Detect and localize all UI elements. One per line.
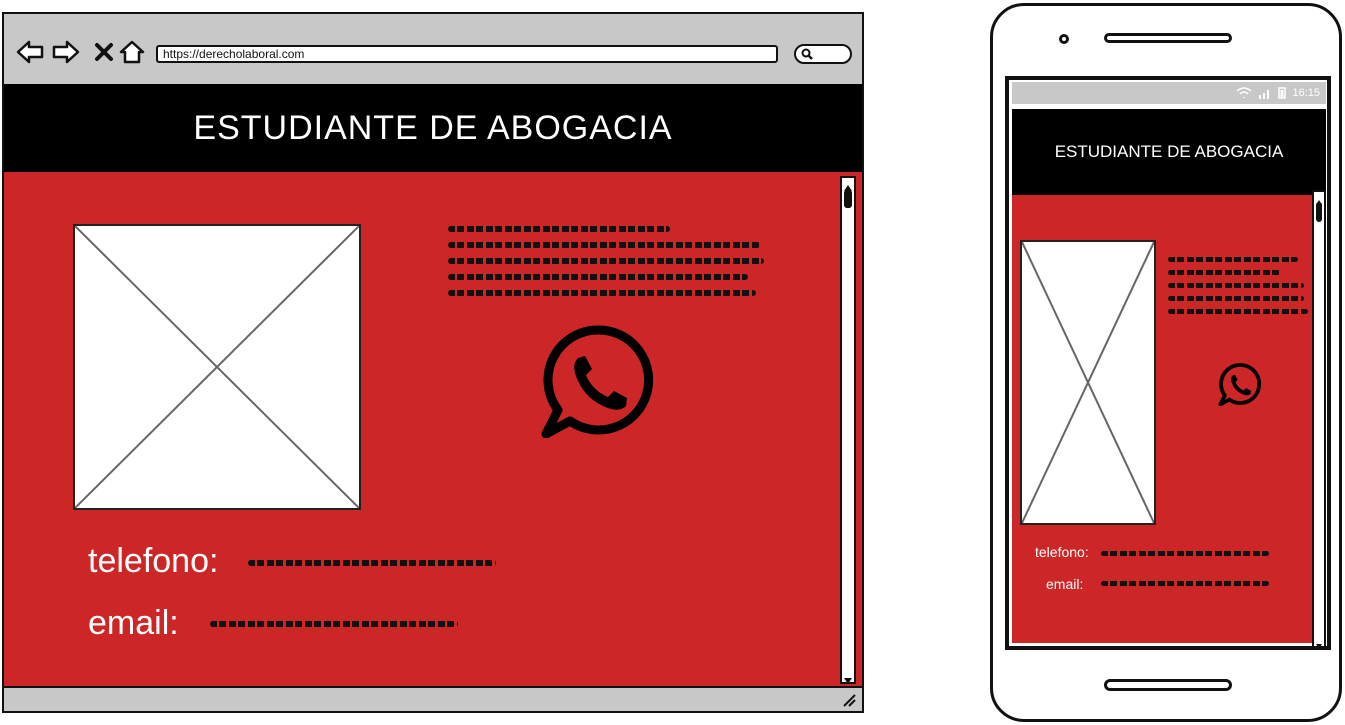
scroll-up-icon[interactable] xyxy=(843,179,853,191)
home-bar[interactable] xyxy=(1104,679,1232,691)
forward-arrow-icon[interactable] xyxy=(52,38,80,66)
image-placeholder-cross-icon xyxy=(75,226,359,508)
mobile-vertical-scrollbar[interactable] xyxy=(1312,190,1326,649)
email-value xyxy=(210,621,458,627)
profile-image-placeholder xyxy=(73,224,361,510)
signal-icon xyxy=(1259,90,1270,99)
address-bar[interactable]: https://derecholaboral.com xyxy=(156,45,778,63)
earpiece-speaker xyxy=(1104,33,1232,43)
search-icon xyxy=(801,48,813,60)
mobile-phone-value xyxy=(1101,551,1269,556)
mobile-email-value xyxy=(1101,581,1269,586)
home-icon[interactable] xyxy=(118,38,146,66)
resize-grip-icon[interactable] xyxy=(842,693,856,707)
phone-status-bar: 16:15 xyxy=(1012,82,1326,104)
mobile-page-title: ESTUDIANTE DE ABOGACIA xyxy=(1054,142,1284,161)
wifi-icon xyxy=(1236,87,1252,98)
browser-toolbar: https://derecholaboral.com xyxy=(4,14,862,84)
front-camera-icon xyxy=(1059,34,1069,44)
email-label: email: xyxy=(88,604,179,642)
status-time: 16:15 xyxy=(1292,87,1320,99)
description-text xyxy=(448,226,768,296)
page-body: telefono: email: xyxy=(4,172,862,686)
whatsapp-icon[interactable] xyxy=(540,322,656,438)
search-button[interactable] xyxy=(794,44,852,64)
mobile-description-text xyxy=(1168,257,1310,314)
scroll-down-icon[interactable] xyxy=(843,672,853,684)
close-icon[interactable] xyxy=(90,38,118,66)
vertical-scrollbar[interactable] xyxy=(840,176,856,684)
status-bar xyxy=(4,686,862,711)
scroll-up-icon[interactable] xyxy=(1315,193,1323,205)
desktop-browser-window: https://derecholaboral.com ESTUDIANTE DE… xyxy=(2,12,864,713)
phone-label: telefono: xyxy=(88,542,219,580)
mobile-whatsapp-icon[interactable] xyxy=(1218,362,1262,406)
page-header: ESTUDIANTE DE ABOGACIA xyxy=(4,84,862,172)
mobile-profile-image-placeholder xyxy=(1020,240,1156,525)
battery-icon xyxy=(1278,87,1287,99)
mobile-page-header: ESTUDIANTE DE ABOGACIA xyxy=(1012,109,1326,195)
image-placeholder-cross-icon xyxy=(1022,242,1154,523)
back-arrow-icon[interactable] xyxy=(16,38,44,66)
mobile-email-label: email: xyxy=(1046,576,1084,592)
scroll-thumb[interactable] xyxy=(1316,202,1322,222)
page-title: ESTUDIANTE DE ABOGACIA xyxy=(193,108,673,147)
scroll-down-icon[interactable] xyxy=(1315,637,1323,649)
mobile-phone-label: telefono: xyxy=(1035,544,1089,560)
phone-value xyxy=(248,560,496,566)
scroll-thumb[interactable] xyxy=(844,190,852,208)
